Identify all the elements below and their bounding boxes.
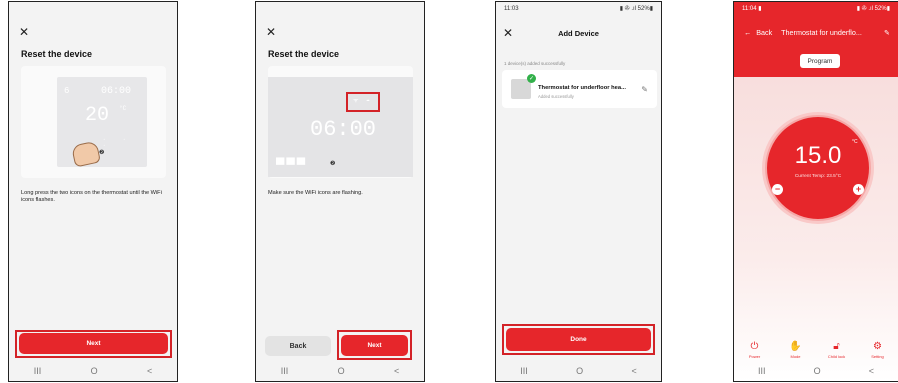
hand-icon: ✋ <box>789 341 802 352</box>
edit-icon[interactable]: ✎ <box>641 85 648 94</box>
display-icons: ◦ ◦ ◦ <box>103 137 134 149</box>
display-unit: °C <box>119 105 127 112</box>
lock-icon: 🔓︎ <box>833 341 840 352</box>
tab-label: Power <box>748 354 761 359</box>
added-count-text: 1 device(s) added successfully <box>504 61 566 66</box>
tab-power[interactable]: ⏻ Power <box>737 341 773 359</box>
device-status: Added successfully <box>538 94 574 99</box>
back-icon[interactable]: < <box>147 366 152 376</box>
home-icon[interactable]: O <box>814 366 821 376</box>
recent-apps-icon[interactable]: III <box>520 366 528 376</box>
tab-mode[interactable]: ✋ Mode <box>778 341 814 359</box>
page-title: Add Device <box>558 29 599 38</box>
status-time: 11:03 <box>504 5 519 12</box>
android-nav-bar: III O < <box>734 361 898 381</box>
display-segments: ▀▀▀ <box>276 158 308 174</box>
android-nav-bar: III O < <box>256 361 424 381</box>
back-button[interactable]: Back <box>265 336 331 356</box>
home-icon[interactable]: O <box>91 366 98 376</box>
device-title: Thermostat for underflo... <box>781 28 862 37</box>
android-nav-bar: III O < <box>9 361 177 381</box>
recent-apps-icon[interactable]: III <box>281 366 289 376</box>
back-icon[interactable]: < <box>394 366 399 376</box>
thermostat-illustration: ᯤ ☁ 06:00 ▀▀▀ ❷ <box>268 66 413 178</box>
current-temperature: Current Temp: 23.5°C <box>794 174 842 179</box>
tab-setting[interactable]: ⚙ Setting <box>860 341 896 359</box>
tab-label: Mode <box>790 354 801 359</box>
edit-icon[interactable]: ✎ <box>884 28 890 37</box>
status-indicators: ▮ ✇ .ıl 52%▮ <box>856 6 890 12</box>
thermostat-display: ᯤ ☁ 06:00 ▀▀▀ ❷ <box>268 77 413 177</box>
tab-label: Child lock <box>827 354 846 359</box>
phone-screen-reset-1: ✕ Reset the device 6 06:00 20 °C ◦ ◦ ◦ ❷… <box>8 1 178 382</box>
close-icon[interactable]: ✕ <box>266 26 276 38</box>
gear-icon: ⚙ <box>873 341 882 352</box>
top-bar: ← Back Thermostat for underflo... ✎ <box>744 28 890 37</box>
status-time: 11:04 ▮ <box>742 6 762 12</box>
thermostat-illustration: 6 06:00 20 °C ◦ ◦ ◦ ❷ <box>21 66 166 178</box>
step-badge-icon: ❷ <box>99 149 105 156</box>
check-icon: ✓ <box>527 74 536 83</box>
status-indicators: ▮ ✇ .ıl 52%▮ <box>619 6 653 12</box>
back-link[interactable]: Back <box>756 28 772 37</box>
display-time: 06:00 <box>101 86 132 97</box>
display-marker: 6 <box>64 86 70 96</box>
tab-child-lock[interactable]: 🔓︎ Child lock <box>819 341 855 359</box>
wifi-icons-highlight <box>346 92 380 112</box>
home-icon[interactable]: O <box>338 366 345 376</box>
android-nav-bar: III O < <box>496 361 661 381</box>
control-tabs: ⏻ Power ✋ Mode 🔓︎ Child lock ⚙ Setting <box>734 341 898 359</box>
phone-screen-add-device: 11:03 ▮ ✇ .ıl 52%▮ ✕ Add Device 1 device… <box>495 1 662 382</box>
back-icon[interactable]: < <box>869 366 874 376</box>
back-arrow-icon[interactable]: ← <box>744 28 751 37</box>
decrease-temp-button[interactable]: − <box>772 184 783 195</box>
temperature-dial[interactable]: 15.0 °C Current Temp: 23.5°C − + <box>765 115 871 221</box>
target-temperature: 15.0 <box>794 142 842 169</box>
thermostat-display: 6 06:00 20 °C ◦ ◦ ◦ ❷ <box>57 77 147 168</box>
instruction-text: Long press the two icons on the thermost… <box>21 190 162 204</box>
display-temp: 20 <box>85 104 110 127</box>
next-button[interactable]: Next <box>19 333 168 354</box>
done-button[interactable]: Done <box>506 328 651 351</box>
home-icon[interactable]: O <box>576 366 583 376</box>
phone-screen-thermostat: 11:04 ▮ ▮ ✇ .ıl 52%▮ ← Back Thermostat f… <box>733 1 898 382</box>
device-name: Thermostat for underfloor hea... <box>538 85 626 91</box>
program-button[interactable]: Program <box>800 54 840 68</box>
device-card[interactable]: ✓ Thermostat for underfloor hea... Added… <box>502 70 657 108</box>
hand-icon <box>70 140 102 168</box>
page-title: Reset the device <box>268 49 340 59</box>
recent-apps-icon[interactable]: III <box>34 366 42 376</box>
status-bar <box>9 2 177 15</box>
recent-apps-icon[interactable]: III <box>758 366 766 376</box>
back-icon[interactable]: < <box>632 366 637 376</box>
temperature-unit: °C <box>852 139 858 145</box>
step-badge-icon: ❷ <box>330 160 336 167</box>
phone-screen-reset-2: ✕ Reset the device ᯤ ☁ 06:00 ▀▀▀ ❷ Make … <box>255 1 425 382</box>
page-title: Reset the device <box>21 49 93 59</box>
close-icon[interactable]: ✕ <box>19 26 29 38</box>
display-time: 06:00 <box>310 117 377 142</box>
status-bar: 11:04 ▮ ▮ ✇ .ıl 52%▮ <box>734 2 898 15</box>
instruction-text: Make sure the WiFi icons are flashing. <box>268 190 363 196</box>
next-button[interactable]: Next <box>341 335 408 356</box>
status-bar <box>256 2 424 15</box>
power-icon: ⏻ <box>750 341 759 352</box>
status-bar: 11:03 ▮ ✇ .ıl 52%▮ <box>496 2 661 15</box>
increase-temp-button[interactable]: + <box>853 184 864 195</box>
tab-label: Setting <box>871 354 884 359</box>
